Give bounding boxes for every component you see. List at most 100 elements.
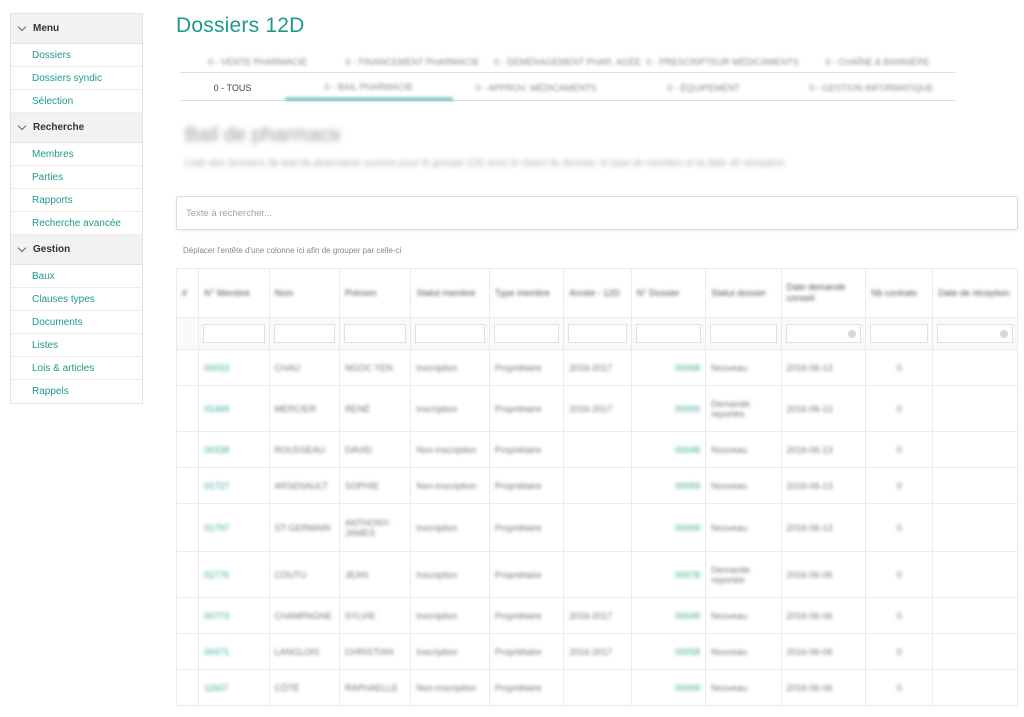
tab[interactable]: 0 - FINANCEMENT PHARMACIE <box>335 51 490 72</box>
column-filter-input[interactable] <box>493 324 560 343</box>
sidebar-item[interactable]: Recherche avancée <box>11 212 142 235</box>
dossier-link[interactable]: 00069 <box>637 523 700 533</box>
member-link[interactable]: 00471 <box>204 647 263 657</box>
dossier-link[interactable]: 00049 <box>637 611 700 621</box>
column-header[interactable]: Date demande conseil <box>780 268 867 318</box>
column-filter-input[interactable] <box>785 324 862 343</box>
tab[interactable]: 0 - CHAÎNE & BANNIÈRE <box>800 51 955 72</box>
table-row[interactable]: 01469 MERCIER RENÉ Inscription Propriétaire 2… <box>175 385 1018 432</box>
column-header[interactable]: Prénom <box>338 268 412 318</box>
member-link[interactable]: 01797 <box>204 523 263 533</box>
member-link[interactable]: 00773 <box>204 611 263 621</box>
table-cell[interactable]: 00055 <box>630 385 707 432</box>
table-cell[interactable]: 00078 <box>630 551 707 598</box>
column-header[interactable]: Statut membre <box>410 268 490 318</box>
sidebar-item[interactable]: Lois & articles <box>11 357 142 380</box>
column-filter-input[interactable] <box>203 324 265 343</box>
column-filter-input[interactable] <box>568 324 627 343</box>
sidebar-item[interactable]: Membres <box>11 143 142 166</box>
table-row[interactable]: 11607 CÔTÉ RAPHAELLE Non-inscription Proprié… <box>175 669 1018 706</box>
table-cell[interactable]: 01797 <box>198 503 270 552</box>
tab[interactable]: 0 - GESTION INFORMATIQUE <box>788 75 956 100</box>
sidebar-item[interactable]: Dossiers <box>11 44 142 67</box>
member-link[interactable]: 11607 <box>204 683 263 693</box>
member-link[interactable]: 01727 <box>204 481 263 491</box>
table-row[interactable]: 00338 ROUSSEAU DAVID Non-inscription Proprié… <box>175 431 1018 468</box>
table-cell: Nouveau <box>705 669 782 706</box>
tab[interactable]: 0 - APPROV. MÉDICAMENTS <box>453 75 621 100</box>
table-cell[interactable]: 01469 <box>198 385 270 432</box>
column-filter-input[interactable] <box>343 324 407 343</box>
table-cell: 0 <box>865 349 934 386</box>
table-row[interactable]: 00471 LANGLOIS CHRISTIAN Inscription Proprié… <box>175 633 1018 670</box>
column-header[interactable]: Année - 12D <box>563 268 632 318</box>
sidebar-item[interactable]: Documents <box>11 311 142 334</box>
column-header[interactable]: N° Membre <box>198 268 270 318</box>
dossier-link[interactable]: 00048 <box>637 445 700 455</box>
table-cell[interactable]: 00471 <box>198 633 270 670</box>
column-filter-input[interactable] <box>710 324 777 343</box>
column-header[interactable]: N° Dossier <box>630 268 707 318</box>
column-filter-input[interactable] <box>415 324 485 343</box>
calendar-icon[interactable] <box>1000 330 1008 338</box>
dossier-link[interactable]: 00078 <box>637 570 700 580</box>
member-link[interactable]: 01469 <box>204 404 263 414</box>
table-cell[interactable]: 01776 <box>198 551 270 598</box>
table-row[interactable]: 01727 ARSENAULT SOPHIE Non-inscription Propr… <box>175 467 1018 504</box>
table-cell[interactable]: 00049 <box>630 597 707 634</box>
table-row[interactable]: 01776 COUTU JEAN Inscription Propriétaire 000… <box>175 551 1018 598</box>
table-cell[interactable]: 00338 <box>198 431 270 468</box>
column-filter-input[interactable] <box>273 324 335 343</box>
column-header[interactable]: Statut dossier <box>705 268 782 318</box>
sidebar-item[interactable]: Clauses types <box>11 288 142 311</box>
sidebar-section-2[interactable]: Gestion <box>11 235 142 265</box>
sidebar-item[interactable]: Dossiers syndic <box>11 67 142 90</box>
dossier-link[interactable]: 00058 <box>637 647 700 657</box>
tab[interactable]: 0 - DÉMÉNAGEMENT PHAR. AGÉE <box>490 51 645 72</box>
table-cell[interactable]: 00069 <box>630 503 707 552</box>
table-cell[interactable]: 11607 <box>198 669 270 706</box>
calendar-icon[interactable] <box>848 330 857 338</box>
tab[interactable]: 0 - TOUS <box>180 75 285 100</box>
table-cell[interactable]: 00068 <box>630 349 707 386</box>
sidebar-item[interactable]: Sélection <box>11 90 142 113</box>
table-row[interactable]: 00773 CHAMPAGNE SYLVIE Inscription Propriéta… <box>175 597 1018 634</box>
sidebar-section-0[interactable]: Menu <box>11 14 142 44</box>
dossier-link[interactable]: 00059 <box>637 481 700 491</box>
column-filter-input[interactable] <box>870 324 929 343</box>
column-header[interactable]: Type membre <box>488 268 565 318</box>
table-cell[interactable]: 00059 <box>630 467 707 504</box>
column-header[interactable]: Nb contrats <box>865 268 934 318</box>
table-cell[interactable]: 00048 <box>630 431 707 468</box>
column-filter-input[interactable] <box>635 324 702 343</box>
table-cell[interactable]: 00773 <box>198 597 270 634</box>
dossier-link[interactable]: 00069 <box>637 683 700 693</box>
table-cell[interactable]: 01727 <box>198 467 270 504</box>
table-row[interactable]: 00033 CHAU NGOC YEN Inscription Propriétaire… <box>175 349 1018 386</box>
tab[interactable]: 0 - PRESCRIPTEUR MÉDICAMENTS <box>645 51 800 72</box>
sidebar-section-1[interactable]: Recherche <box>11 113 142 143</box>
table-row[interactable]: 01797 ST-GERMAIN ANTHONY-JAMES Inscription P… <box>175 503 1018 552</box>
sidebar-item[interactable]: Rapports <box>11 189 142 212</box>
sidebar-item[interactable]: Listes <box>11 334 142 357</box>
column-header[interactable]: Nom <box>268 268 340 318</box>
dossier-link[interactable]: 00055 <box>637 404 700 414</box>
table-cell[interactable]: 00069 <box>630 669 707 706</box>
table-cell: 0 <box>865 431 934 468</box>
table-cell[interactable]: 00033 <box>198 349 270 386</box>
sidebar-item[interactable]: Rappels <box>11 380 142 403</box>
member-link[interactable]: 00338 <box>204 445 263 455</box>
column-filter-input[interactable] <box>937 324 1013 343</box>
tab[interactable]: 0 - VENTE PHARMACIE <box>180 51 335 72</box>
dossier-link[interactable]: 00068 <box>637 363 700 373</box>
search-input[interactable] <box>176 196 1018 230</box>
member-link[interactable]: 01776 <box>204 570 263 580</box>
column-header[interactable]: # <box>175 268 200 318</box>
sidebar-item[interactable]: Baux <box>11 265 142 288</box>
column-header[interactable]: Date de réception <box>932 268 1018 318</box>
sidebar-item[interactable]: Parties <box>11 166 142 189</box>
member-link[interactable]: 00033 <box>204 363 263 373</box>
tab[interactable]: 0 - BAIL PHARMACIE <box>285 75 453 100</box>
table-cell[interactable]: 00058 <box>630 633 707 670</box>
tab[interactable]: 0 - ÉQUIPEMENT <box>620 75 788 100</box>
